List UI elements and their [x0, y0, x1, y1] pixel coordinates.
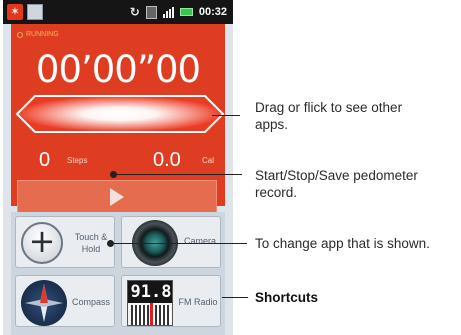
- shortcut-compass[interactable]: Compass: [15, 275, 115, 327]
- compass-icon: [21, 280, 67, 326]
- sync-icon: ↻: [129, 5, 140, 19]
- shortcut-label: FM Radio: [178, 297, 218, 307]
- status-time: 00:32: [198, 6, 227, 18]
- calories-value: 0.0: [153, 149, 181, 171]
- running-status: RUNNING: [17, 31, 59, 38]
- signal-icon: [162, 6, 174, 18]
- shortcut-label: Compass: [71, 297, 110, 307]
- callout-flick: Drag or flick to see other apps.: [255, 100, 403, 132]
- shortcut-fm-radio[interactable]: 91.8 FM Radio: [121, 275, 221, 327]
- sd-card-icon: [145, 5, 157, 19]
- picture-icon: [27, 4, 43, 20]
- callout-startstop: Start/Stop/Save pedometer record.: [255, 168, 418, 200]
- battery-icon: [179, 8, 193, 16]
- steps-label: Steps: [67, 156, 88, 165]
- phone-screen: ✶ ↻ 00:32 RUNNING 00’00”00 0 Steps 0.0 C…: [3, 0, 233, 335]
- start-stop-button[interactable]: [17, 180, 217, 215]
- shortcut-label: Camera: [183, 236, 216, 246]
- callout-line-shortcuts: [222, 297, 248, 298]
- fm-radio-icon: 91.8: [127, 280, 173, 326]
- shortcut-camera[interactable]: Camera: [121, 216, 221, 268]
- run-icon: ✶: [7, 4, 23, 20]
- callout-line-flick: [212, 115, 240, 116]
- steps-value: 0: [39, 149, 51, 171]
- calories-label: Cal: [202, 156, 215, 165]
- callout-shortcuts: Shortcuts: [255, 290, 319, 305]
- play-icon: [110, 188, 124, 206]
- fm-radio-display: 91.8: [128, 281, 172, 303]
- flick-arrow-banner[interactable]: [15, 94, 225, 134]
- flick-arrow-shape: [15, 95, 225, 133]
- running-label: RUNNING: [26, 31, 59, 38]
- callout-change-app: To change app that is shown.: [255, 236, 430, 251]
- shortcut-grid: + Touch & Hold Camera Compass 91.8 FM Ra…: [11, 212, 225, 335]
- status-bar: ✶ ↻ 00:32: [3, 0, 233, 24]
- status-dot-icon: [17, 31, 23, 38]
- callout-line-startstop: [116, 174, 242, 175]
- pedometer-timer: 00’00”00: [35, 48, 201, 91]
- callout-line-change-app: [113, 243, 247, 244]
- plus-icon: +: [21, 222, 63, 264]
- shortcut-touch-hold[interactable]: + Touch & Hold: [15, 216, 115, 268]
